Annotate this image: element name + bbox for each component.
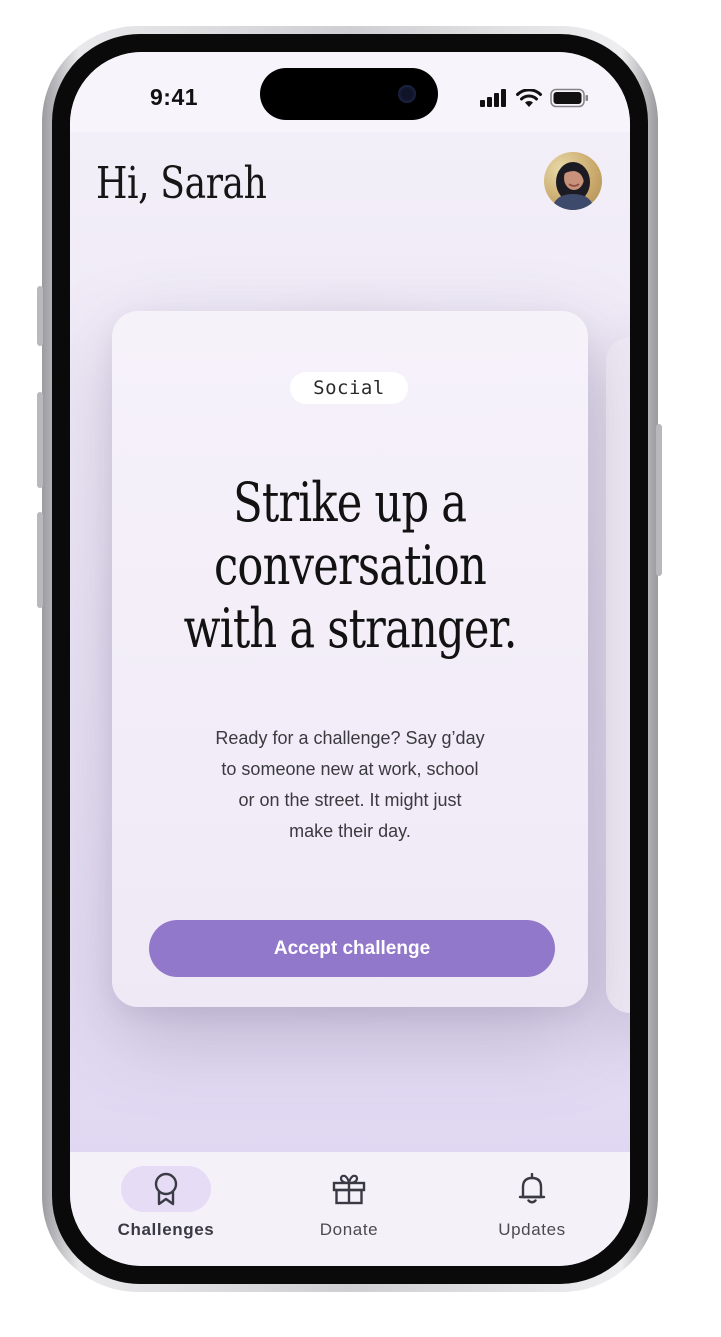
action-button [37, 286, 43, 346]
description-line: or on the street. It might just [238, 790, 462, 810]
dynamic-island [260, 68, 438, 120]
tab-label: Donate [319, 1220, 379, 1239]
challenge-card: Social Strike up a conversation with a s… [112, 311, 588, 1007]
challenge-description: Ready for a challenge? Say g’day to some… [192, 723, 508, 847]
battery-icon [550, 88, 588, 108]
volume-down-button [37, 512, 43, 608]
cellular-signal-icon [480, 89, 506, 107]
description-line: make their day. [289, 821, 411, 841]
status-icons [480, 88, 590, 108]
power-button [656, 424, 662, 576]
wifi-icon [516, 88, 542, 107]
tab-updates[interactable]: Updates [457, 1166, 607, 1256]
tab-label: Challenges [117, 1220, 215, 1239]
next-challenge-card[interactable] [606, 337, 630, 1013]
bell-icon [518, 1173, 546, 1204]
greeting-title: Hi, Sarah [96, 158, 267, 209]
status-bar: 9:41 [70, 52, 630, 132]
headline-line: conversation [213, 534, 487, 597]
tab-icon-pill [487, 1166, 577, 1212]
award-ribbon-icon [154, 1172, 178, 1206]
camera-lens [398, 85, 416, 103]
app-screen: 9:41 Hi, Sarah Social Strike up a conver… [70, 52, 630, 1266]
headline-line: Strike up a [233, 471, 467, 534]
gift-icon [332, 1174, 366, 1205]
user-avatar[interactable] [544, 152, 602, 210]
tab-bar: Challenges Donate Updates [70, 1152, 630, 1266]
challenge-headline: Strike up a conversation with a stranger… [112, 471, 588, 660]
volume-up-button [37, 392, 43, 488]
tab-label: Updates [498, 1220, 566, 1239]
tab-icon-pill [304, 1166, 394, 1212]
description-line: Ready for a challenge? Say g’day [215, 728, 485, 748]
category-chip: Social [290, 372, 408, 404]
description-line: to someone new at work, school [221, 759, 479, 779]
app-header: Hi, Sarah [70, 132, 630, 242]
tab-challenges[interactable]: Challenges [91, 1166, 241, 1256]
tab-icon-pill [121, 1166, 211, 1212]
status-time: 9:41 [150, 84, 199, 110]
avatar-photo [552, 162, 594, 210]
tab-donate[interactable]: Donate [274, 1166, 424, 1256]
headline-line: with a stranger. [183, 597, 517, 660]
accept-challenge-button[interactable]: Accept challenge [149, 920, 555, 977]
